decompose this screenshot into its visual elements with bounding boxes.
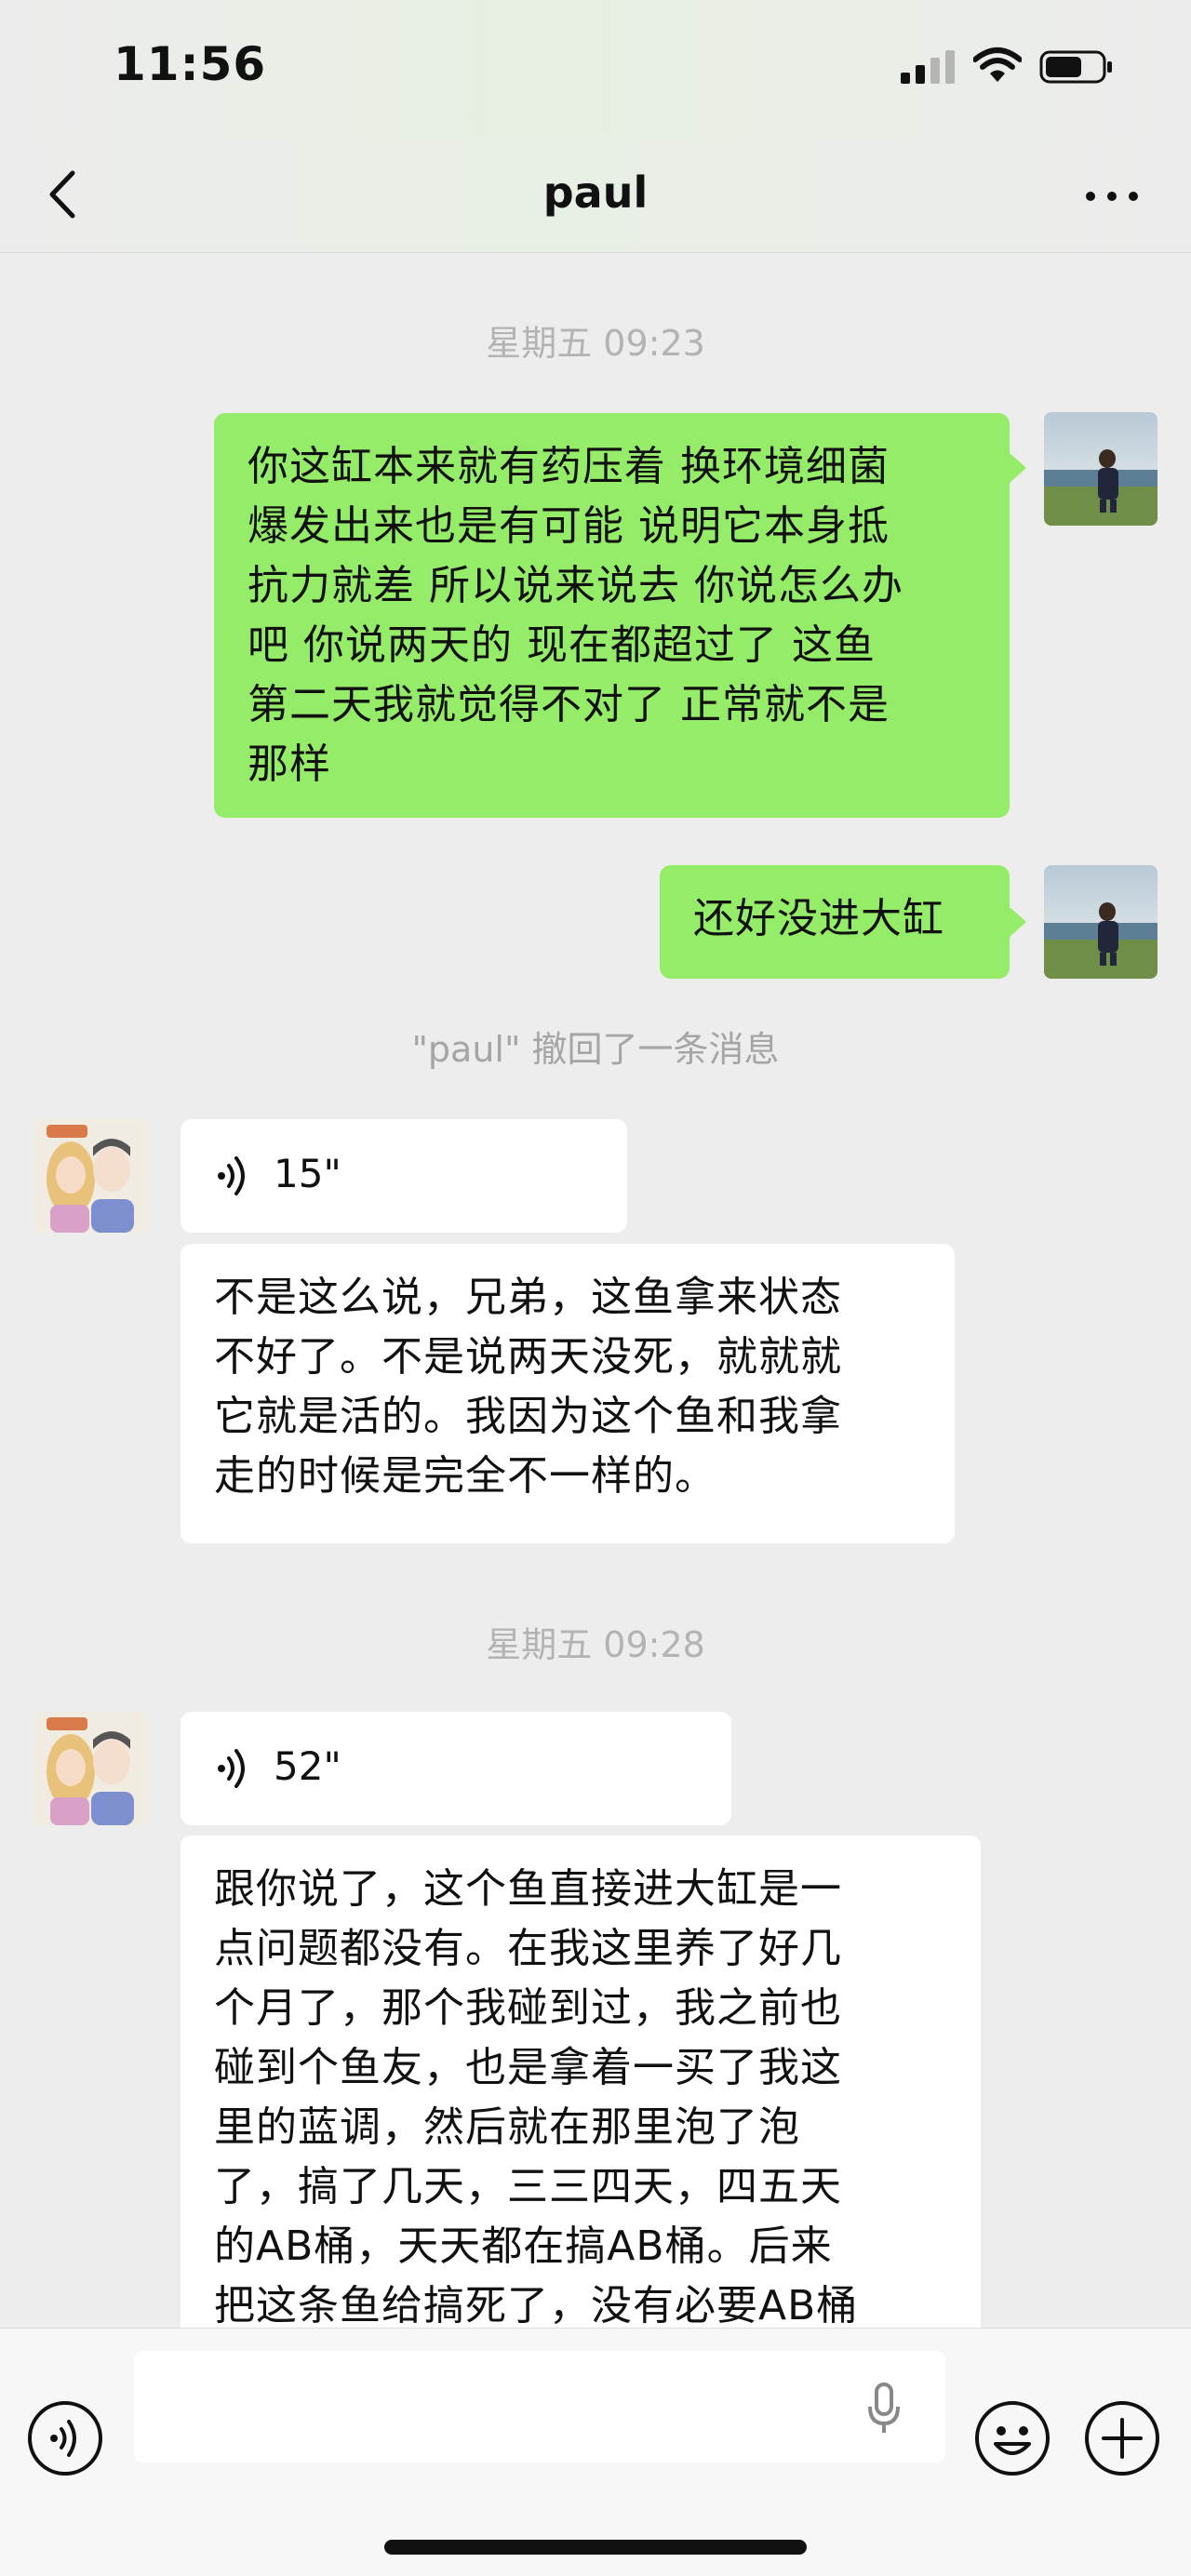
contact-avatar[interactable]: [33, 1712, 147, 1825]
voice-input-toggle-button[interactable]: [26, 2399, 104, 2477]
voice-message-bubble[interactable]: 52": [181, 1712, 731, 1825]
outgoing-message-bubble[interactable]: 你这缸本来就有药压着 换环境细菌 爆发出来也是有可能 说明它本身抵 抗力就差 所…: [214, 413, 1010, 818]
input-bar: [0, 2328, 1191, 2576]
contact-avatar[interactable]: [33, 1119, 147, 1233]
incoming-message-bubble[interactable]: 跟你说了，这个鱼直接进大缸是一 点问题都没有。在我这里养了好几 个月了，那个我碰…: [181, 1835, 981, 2394]
emoji-button[interactable]: [973, 2399, 1051, 2477]
home-indicator: [384, 2540, 807, 2555]
self-avatar[interactable]: [1044, 412, 1158, 526]
microphone-icon[interactable]: [865, 2381, 903, 2436]
recall-notice: "paul" 撤回了一条消息: [411, 1029, 780, 1070]
outgoing-message-bubble[interactable]: 还好没进大缸: [660, 865, 1010, 979]
chat-title: paul: [542, 167, 649, 218]
timestamp: 星期五 09:23: [486, 323, 705, 364]
nav-bar: paul: [0, 140, 1191, 253]
bubble-tail: [1010, 453, 1026, 483]
wifi-icon: [973, 47, 1022, 82]
incoming-message-bubble[interactable]: 不是这么说，兄弟，这鱼拿来状态 不好了。不是说两天没死，就就就 它就是活的。我因…: [181, 1244, 955, 1543]
status-time: 11:56: [114, 37, 267, 91]
voice-wave-icon: [218, 1156, 245, 1195]
bubble-tail: [1010, 907, 1026, 937]
voice-message-bubble[interactable]: 15": [181, 1119, 627, 1233]
voice-duration: 52": [274, 1743, 341, 1789]
self-avatar[interactable]: [1044, 865, 1158, 979]
voice-duration: 15": [274, 1151, 341, 1196]
timestamp: 星期五 09:28: [486, 1624, 705, 1665]
cellular-signal-icon: [901, 50, 957, 84]
plus-button[interactable]: [1083, 2399, 1161, 2477]
message-input[interactable]: [134, 2351, 945, 2463]
voice-wave-icon: [218, 1749, 245, 1788]
more-options-button[interactable]: [1079, 173, 1144, 220]
battery-icon: [1039, 50, 1112, 84]
status-bar: 11:56: [0, 0, 1191, 140]
